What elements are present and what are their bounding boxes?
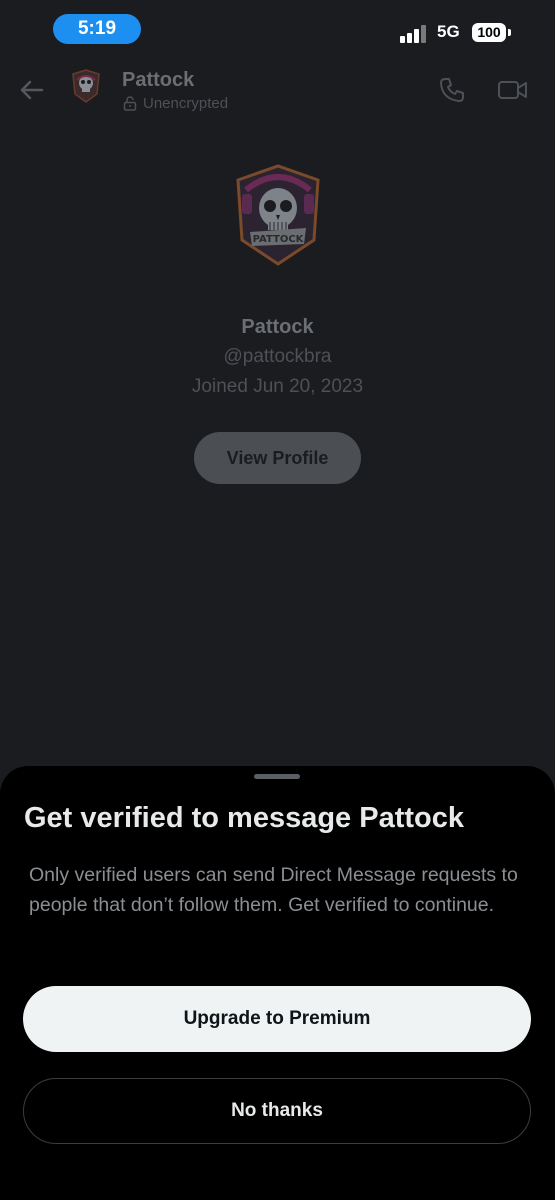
arrow-left-icon xyxy=(20,80,44,100)
phone-icon xyxy=(440,78,464,102)
video-icon xyxy=(498,81,527,99)
encryption-status: Unencrypted xyxy=(123,95,228,112)
battery-icon: 100 xyxy=(472,23,506,42)
profile-avatar[interactable]: PATTOCK xyxy=(232,160,324,270)
avatar-logo-text: PATTOCK xyxy=(253,234,305,245)
profile-handle: @pattockbra xyxy=(223,346,332,367)
sheet-drag-handle[interactable] xyxy=(254,774,300,779)
unlock-icon xyxy=(123,96,137,111)
back-button[interactable] xyxy=(18,76,46,104)
video-call-button[interactable] xyxy=(497,76,529,104)
header-avatar[interactable] xyxy=(70,68,102,104)
header-name: Pattock xyxy=(122,69,195,91)
profile-joined-date: Joined Jun 20, 2023 xyxy=(191,376,364,397)
battery-tip xyxy=(508,29,511,36)
view-profile-button[interactable]: View Profile xyxy=(194,432,361,484)
status-bar: 5:19 5G 100 xyxy=(0,0,555,60)
call-button[interactable] xyxy=(438,76,466,104)
verification-sheet: Get verified to message Pattock Only ver… xyxy=(0,766,555,1200)
sheet-title: Get verified to message Pattock xyxy=(24,802,464,834)
no-thanks-button[interactable]: No thanks xyxy=(23,1078,531,1144)
encryption-label: Unencrypted xyxy=(143,95,229,112)
upgrade-to-premium-button[interactable]: Upgrade to Premium xyxy=(23,986,531,1052)
network-label: 5G xyxy=(437,22,460,41)
status-time: 5:19 xyxy=(53,14,141,44)
signal-icon xyxy=(400,23,430,43)
profile-name: Pattock xyxy=(241,316,314,338)
sheet-description: Only verified users can send Direct Mess… xyxy=(29,864,518,916)
conversation-header: Pattock Unencrypted xyxy=(0,60,555,120)
